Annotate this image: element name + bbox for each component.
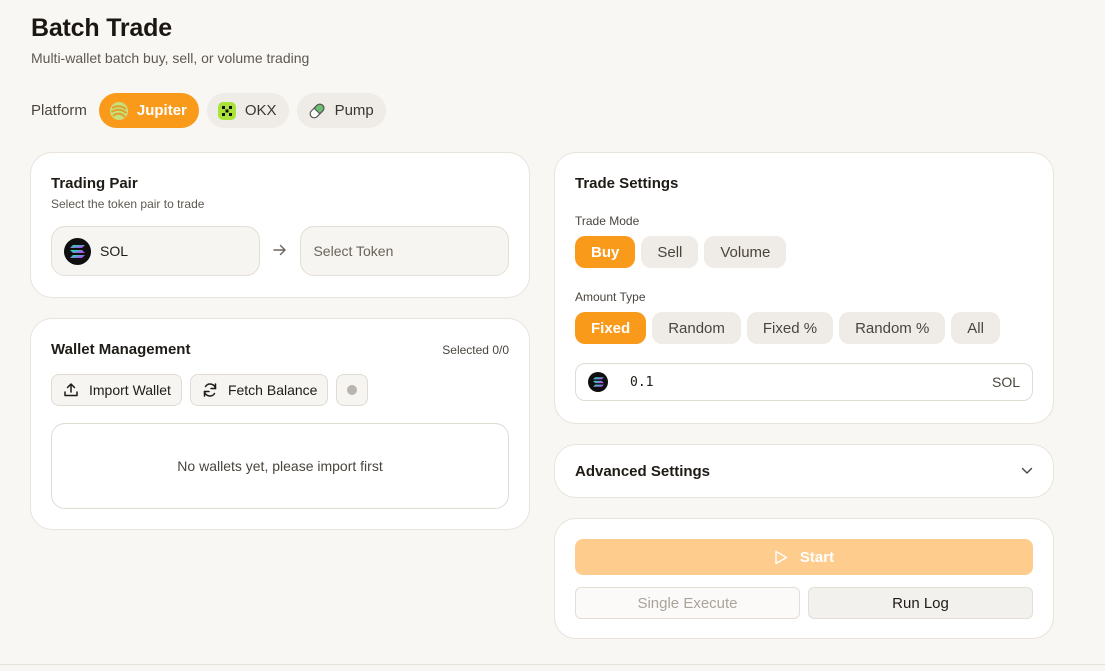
amount-all-button[interactable]: All	[951, 312, 1000, 344]
amount-unit: SOL	[991, 374, 1020, 390]
advanced-settings-title: Advanced Settings	[575, 462, 711, 480]
from-token-name: SOL	[100, 243, 129, 259]
amount-fixed-button[interactable]: Fixed	[575, 312, 647, 344]
trade-settings-card: Trade Settings Trade Mode Buy Sell Volum…	[554, 152, 1054, 424]
wallet-header: Wallet Management Selected 0/0	[51, 341, 509, 358]
trading-pair-title: Trading Pair	[51, 175, 138, 192]
platform-okx-label: OKX	[244, 102, 277, 119]
wallet-selected-count: Selected 0/0	[442, 342, 509, 357]
amount-type-group: Fixed Random Fixed % Random % All	[575, 312, 1033, 344]
to-token-placeholder: Select Token	[313, 243, 394, 259]
arrow-right-icon	[260, 243, 301, 260]
mode-volume-button[interactable]: Volume	[704, 236, 787, 268]
page-title: Batch Trade	[31, 14, 172, 42]
amount-fixed-percent-button[interactable]: Fixed %	[746, 312, 834, 344]
wallet-actions: Import Wallet Fetch Balance	[51, 374, 509, 406]
platform-pump-label: Pump	[334, 102, 374, 119]
import-wallet-button[interactable]: Import Wallet	[51, 374, 182, 406]
mode-buy-button[interactable]: Buy	[575, 236, 636, 268]
upload-icon	[64, 383, 78, 397]
amount-random-percent-button[interactable]: Random %	[839, 312, 946, 344]
platform-label: Platform	[31, 102, 87, 119]
start-button[interactable]: Start	[575, 539, 1033, 575]
to-token-selector[interactable]: Select Token	[300, 226, 509, 276]
amount-type-label: Amount Type	[575, 290, 646, 304]
pair-row: SOL Select Token	[51, 226, 509, 276]
sol-token-icon	[588, 372, 608, 392]
wallet-title: Wallet Management	[51, 341, 191, 358]
amount-random-button[interactable]: Random	[652, 312, 741, 344]
jupiter-icon	[109, 101, 129, 121]
run-card: Start Single Execute Run Log	[554, 518, 1054, 639]
wallet-list-empty: No wallets yet, please import first	[51, 423, 509, 509]
refresh-icon	[203, 383, 217, 397]
wallet-status-button[interactable]	[336, 374, 369, 406]
trade-mode-group: Buy Sell Volume	[575, 236, 1033, 268]
wallet-management-card: Wallet Management Selected 0/0 Import Wa…	[30, 318, 530, 530]
platform-okx-button[interactable]: OKX	[206, 93, 289, 128]
run-actions: Single Execute Run Log	[575, 587, 1033, 619]
wallet-empty-text: No wallets yet, please import first	[177, 458, 383, 474]
bottom-divider	[0, 664, 1105, 665]
import-wallet-label: Import Wallet	[89, 382, 171, 398]
page-subtitle: Multi-wallet batch buy, sell, or volume …	[31, 50, 310, 66]
okx-icon	[217, 101, 237, 121]
run-log-button[interactable]: Run Log	[808, 587, 1033, 619]
platform-jupiter-button[interactable]: Jupiter	[98, 93, 199, 128]
page-header: Batch Trade Multi-wallet batch buy, sell…	[31, 14, 309, 66]
status-dot-icon	[347, 385, 358, 395]
pump-pill-icon	[307, 101, 327, 121]
amount-field: SOL	[575, 363, 1033, 401]
trading-pair-card: Trading Pair Select the token pair to tr…	[30, 152, 530, 298]
fetch-balance-label: Fetch Balance	[227, 382, 318, 398]
from-token-selector[interactable]: SOL	[51, 226, 260, 276]
amount-input[interactable]	[630, 374, 992, 390]
trade-mode-label: Trade Mode	[575, 214, 640, 228]
advanced-settings-toggle[interactable]: Advanced Settings	[554, 444, 1054, 498]
mode-sell-button[interactable]: Sell	[641, 236, 699, 268]
chevron-down-icon	[1021, 467, 1033, 474]
trade-settings-title: Trade Settings	[575, 175, 679, 192]
fetch-balance-button[interactable]: Fetch Balance	[189, 374, 329, 406]
platform-jupiter-label: Jupiter	[136, 102, 187, 119]
sol-token-icon	[64, 237, 91, 265]
single-execute-button[interactable]: Single Execute	[575, 587, 800, 619]
play-icon	[775, 550, 788, 564]
start-label: Start	[799, 548, 835, 566]
trading-pair-subtitle: Select the token pair to trade	[51, 197, 205, 211]
platform-selector: Platform Jupiter OKX Pump	[31, 93, 394, 128]
platform-pump-button[interactable]: Pump	[296, 93, 386, 128]
